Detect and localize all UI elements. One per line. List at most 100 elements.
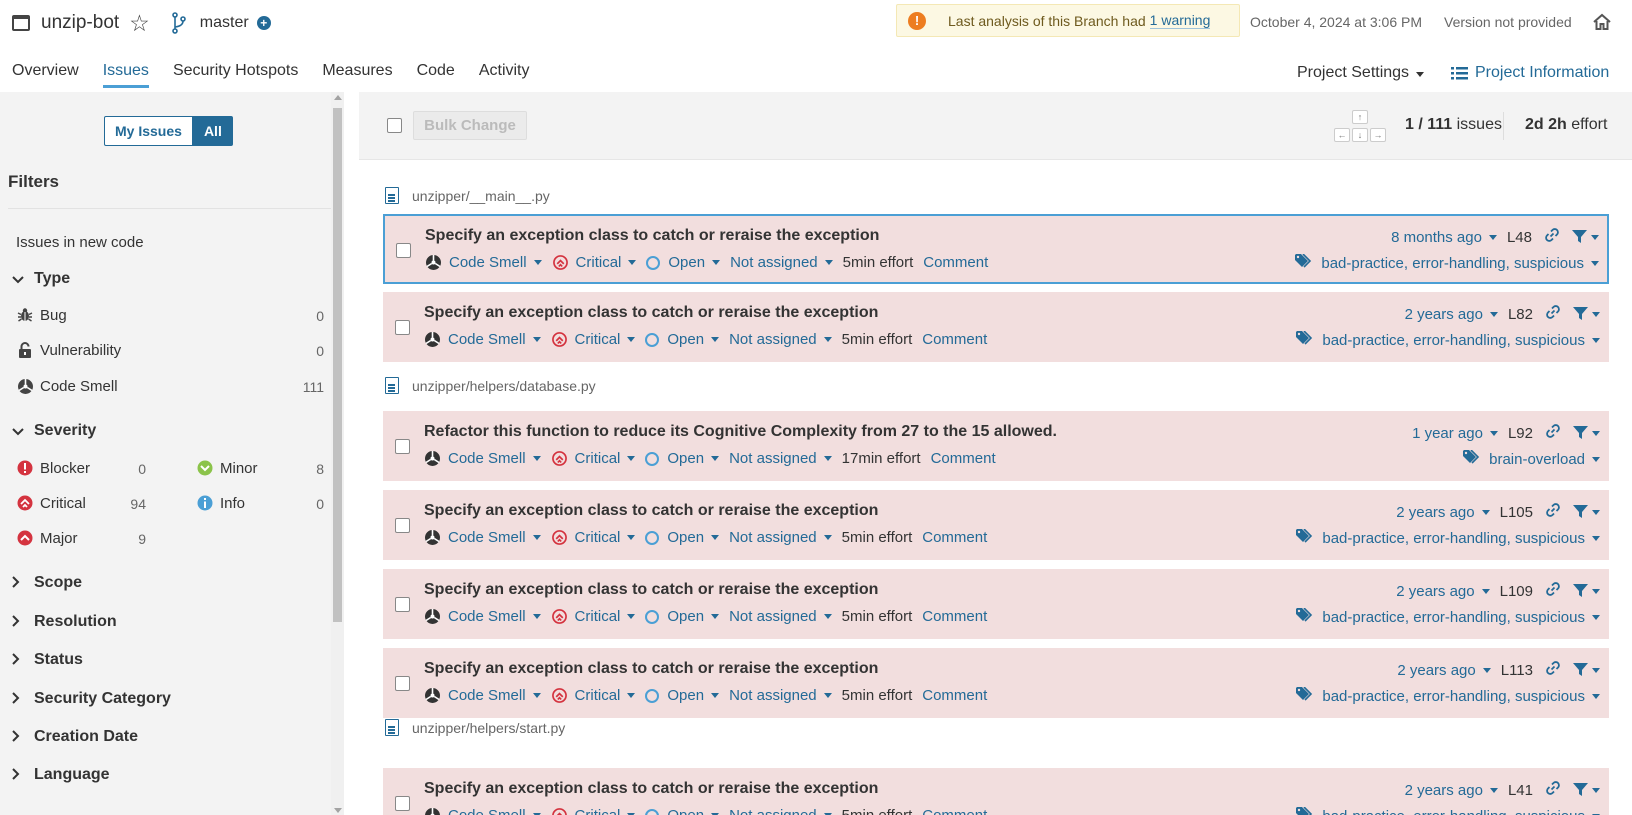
issue-checkbox[interactable] <box>395 320 410 335</box>
facet-item-critical[interactable]: Critical <box>16 494 86 512</box>
facet-resolution-header[interactable]: Resolution <box>12 613 117 631</box>
link-icon[interactable] <box>1545 502 1561 522</box>
tab-measures[interactable]: Measures <box>310 58 404 90</box>
issue-status-dropdown[interactable]: Open <box>645 529 720 546</box>
issue-status-dropdown[interactable]: Open <box>646 254 721 271</box>
issue-row[interactable]: Specify an exception class to catch or r… <box>383 490 1609 560</box>
link-icon[interactable] <box>1544 227 1560 247</box>
facet-item-minor[interactable]: Minor <box>196 459 258 477</box>
issue-severity-dropdown[interactable]: Critical <box>551 529 636 546</box>
facet-security-category-header[interactable]: Security Category <box>12 690 171 708</box>
comment-link[interactable]: Comment <box>923 254 988 271</box>
issue-assignee-dropdown[interactable]: Not assigned <box>729 608 832 625</box>
filter-icon[interactable] <box>1573 663 1600 677</box>
issue-checkbox[interactable] <box>395 439 410 454</box>
issue-checkbox[interactable] <box>395 518 410 533</box>
issue-severity-dropdown[interactable]: Critical <box>551 807 636 815</box>
link-icon[interactable] <box>1545 423 1561 443</box>
issue-age-dropdown[interactable]: 1 year ago <box>1412 425 1498 442</box>
issue-tags-dropdown[interactable]: bad-practice, error-handling, suspicious <box>1296 528 1600 548</box>
issue-title[interactable]: Specify an exception class to catch or r… <box>424 502 878 520</box>
issue-age-dropdown[interactable]: 2 years ago <box>1396 583 1490 600</box>
filter-icon[interactable] <box>1572 230 1599 244</box>
filter-icon[interactable] <box>1573 783 1600 797</box>
issue-title[interactable]: Specify an exception class to catch or r… <box>424 581 878 599</box>
star-icon[interactable]: ☆ <box>129 11 150 35</box>
issue-checkbox[interactable] <box>395 597 410 612</box>
facet-severity-header[interactable]: Severity <box>12 422 96 440</box>
issue-type-dropdown[interactable]: Code Smell <box>424 450 541 467</box>
issue-age-dropdown[interactable]: 8 months ago <box>1391 229 1497 246</box>
tab-code[interactable]: Code <box>405 58 467 90</box>
issue-tags-dropdown[interactable]: bad-practice, error-handling, suspicious <box>1296 607 1600 627</box>
issue-assignee-dropdown[interactable]: Not assigned <box>729 529 832 546</box>
issue-tags-dropdown[interactable]: brain-overload <box>1463 449 1600 469</box>
issue-title[interactable]: Specify an exception class to catch or r… <box>424 304 878 322</box>
issue-tags-dropdown[interactable]: bad-practice, error-handling, suspicious <box>1296 330 1600 350</box>
issue-checkbox[interactable] <box>395 796 410 811</box>
comment-link[interactable]: Comment <box>922 687 987 704</box>
facet-type-header[interactable]: Type <box>12 270 70 288</box>
scroll-up-arrow[interactable] <box>334 95 342 100</box>
project-information-link[interactable]: Project Information <box>1451 64 1609 82</box>
comment-link[interactable]: Comment <box>922 807 987 815</box>
link-icon[interactable] <box>1545 581 1561 601</box>
comment-link[interactable]: Comment <box>922 529 987 546</box>
facet-item-major[interactable]: Major <box>16 529 78 547</box>
branch-name[interactable]: master <box>200 14 249 32</box>
issue-title[interactable]: Specify an exception class to catch or r… <box>425 227 879 245</box>
facet-item-code-smell[interactable]: Code Smell <box>16 377 118 395</box>
issue-assignee-dropdown[interactable]: Not assigned <box>729 331 832 348</box>
issue-severity-dropdown[interactable]: Critical <box>551 331 636 348</box>
facet-language-header[interactable]: Language <box>12 766 110 784</box>
filter-icon[interactable] <box>1573 426 1600 440</box>
comment-link[interactable]: Comment <box>922 608 987 625</box>
link-icon[interactable] <box>1545 304 1561 324</box>
issue-age-dropdown[interactable]: 2 years ago <box>1397 662 1491 679</box>
scrollbar-thumb[interactable] <box>333 108 342 622</box>
issue-type-dropdown[interactable]: Code Smell <box>425 254 542 271</box>
issue-type-dropdown[interactable]: Code Smell <box>424 687 541 704</box>
issue-tags-dropdown[interactable]: bad-practice, error-handling, suspicious <box>1296 686 1600 706</box>
scroll-down-arrow[interactable] <box>334 808 342 813</box>
plus-icon[interactable]: + <box>256 16 271 30</box>
issue-age-dropdown[interactable]: 2 years ago <box>1405 782 1498 799</box>
issue-status-dropdown[interactable]: Open <box>645 807 720 815</box>
issue-age-dropdown[interactable]: 2 years ago <box>1405 306 1498 323</box>
facet-creation-date-header[interactable]: Creation Date <box>12 728 138 746</box>
issue-type-dropdown[interactable]: Code Smell <box>424 331 541 348</box>
issue-type-dropdown[interactable]: Code Smell <box>424 807 541 815</box>
home-icon[interactable] <box>1592 12 1612 36</box>
issue-checkbox[interactable] <box>395 676 410 691</box>
tab-security-hotspots[interactable]: Security Hotspots <box>161 58 310 90</box>
issue-row[interactable]: Specify an exception class to catch or r… <box>383 648 1609 718</box>
issue-type-dropdown[interactable]: Code Smell <box>424 529 541 546</box>
issue-age-dropdown[interactable]: 2 years ago <box>1396 504 1490 521</box>
bulk-change-button[interactable]: Bulk Change <box>413 111 527 140</box>
issue-severity-dropdown[interactable]: Critical <box>551 450 636 467</box>
issue-status-dropdown[interactable]: Open <box>645 450 720 467</box>
issue-assignee-dropdown[interactable]: Not assigned <box>730 254 833 271</box>
issue-type-dropdown[interactable]: Code Smell <box>424 608 541 625</box>
facet-item-info[interactable]: Info <box>196 494 245 512</box>
tab-overview[interactable]: Overview <box>0 58 91 90</box>
my-issues-button[interactable]: My Issues <box>104 116 193 146</box>
sidebar-scrollbar[interactable] <box>331 92 344 815</box>
project-settings-menu[interactable]: Project Settings <box>1297 64 1425 82</box>
filter-icon[interactable] <box>1573 505 1600 519</box>
comment-link[interactable]: Comment <box>931 450 996 467</box>
issue-row[interactable]: Refactor this function to reduce its Cog… <box>383 411 1609 481</box>
issue-tags-dropdown[interactable]: bad-practice, error-handling, suspicious <box>1296 806 1600 815</box>
issue-status-dropdown[interactable]: Open <box>645 608 720 625</box>
facet-status-header[interactable]: Status <box>12 651 83 669</box>
issue-status-dropdown[interactable]: Open <box>645 687 720 704</box>
select-all-checkbox[interactable] <box>387 118 402 133</box>
issue-assignee-dropdown[interactable]: Not assigned <box>729 450 832 467</box>
issue-checkbox[interactable] <box>396 243 411 258</box>
filter-icon[interactable] <box>1573 584 1600 598</box>
link-icon[interactable] <box>1545 660 1561 680</box>
issue-row[interactable]: Specify an exception class to catch or r… <box>383 214 1609 284</box>
issue-row[interactable]: Specify an exception class to catch or r… <box>383 292 1609 362</box>
all-issues-button[interactable]: All <box>192 116 233 146</box>
issue-severity-dropdown[interactable]: Critical <box>551 687 636 704</box>
